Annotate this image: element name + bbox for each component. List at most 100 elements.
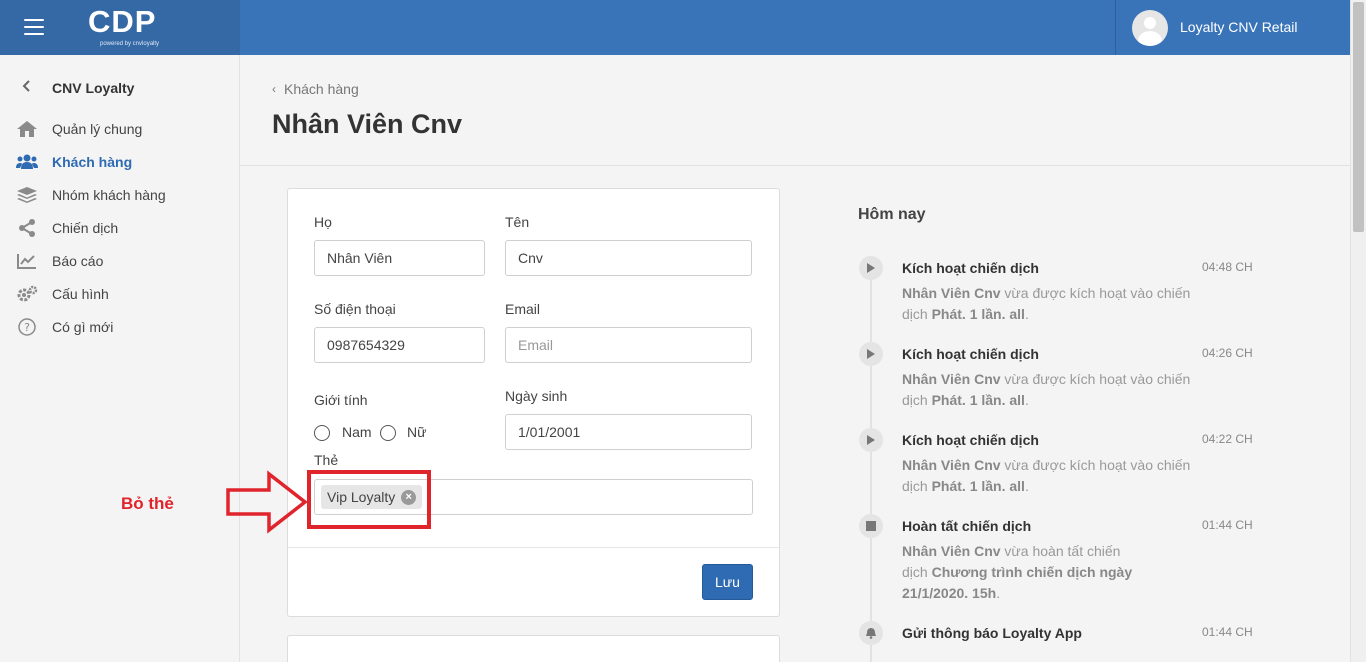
event-text: . xyxy=(1024,392,1029,408)
campaign-name[interactable]: Phát. 1 lần. all xyxy=(932,306,1025,322)
timeline-event-title: Hoàn tất chiến dịch xyxy=(902,518,1032,534)
timeline-event-time: 01:44 CH xyxy=(1202,625,1253,639)
last-name-input[interactable]: Nhân Viên xyxy=(314,240,485,276)
event-text: dịch xyxy=(902,564,932,580)
divider xyxy=(288,547,779,548)
svg-text:?: ? xyxy=(24,321,30,334)
campaign-name[interactable]: Phát. 1 lần. all xyxy=(932,392,1025,408)
breadcrumb[interactable]: ‹ Khách hàng xyxy=(272,81,359,97)
customer-name[interactable]: Nhân Viên Cnv xyxy=(902,457,1001,473)
timeline-event-title: Kích hoạt chiến dịch xyxy=(902,432,1039,448)
timeline-event-title: Kích hoạt chiến dịch xyxy=(902,260,1039,276)
timeline-event-desc: Nhân Viên Cnv vừa được kích hoạt vào chi… xyxy=(902,369,1202,411)
event-text: . xyxy=(996,585,1001,601)
sidebar-item-label: Báo cáo xyxy=(52,253,104,269)
sidebar-item-whats-new[interactable]: ? Có gì mới xyxy=(16,316,226,338)
brand-area: CDP powered by cnvloyalty xyxy=(0,0,240,55)
stop-icon xyxy=(859,514,883,538)
phone-input[interactable]: 0987654329 xyxy=(314,327,485,363)
menu-icon[interactable] xyxy=(24,19,44,35)
scrollbar[interactable] xyxy=(1350,0,1366,662)
users-icon xyxy=(16,153,38,171)
sidebar: CNV Loyalty Quản lý chung Khách hàng Nhó… xyxy=(0,55,240,662)
bell-icon xyxy=(859,621,883,645)
sidebar-item-reports[interactable]: Báo cáo xyxy=(16,250,226,272)
timeline-event-desc: Nhân Viên Cnv vừa được kích hoạt vào chi… xyxy=(902,455,1202,497)
email-input[interactable]: Email xyxy=(505,327,752,363)
page-title: Nhân Viên Cnv xyxy=(272,109,463,139)
sidebar-item-label: Nhóm khách hàng xyxy=(52,187,166,203)
sidebar-item-label: Chiến dịch xyxy=(52,220,119,236)
phone-label: Số điện thoại xyxy=(314,301,396,317)
timeline-line xyxy=(870,262,872,662)
user-name[interactable]: Loyalty CNV Retail xyxy=(1180,19,1298,35)
campaign-name[interactable]: Phát. 1 lần. all xyxy=(932,478,1025,494)
timeline-event-title: Kích hoạt chiến dịch xyxy=(902,346,1039,362)
timeline-event-time: 01:44 CH xyxy=(1202,518,1253,532)
help-icon: ? xyxy=(16,318,38,336)
event-text: vừa được kích hoạt vào chiến xyxy=(1000,285,1191,301)
chevron-left-icon: ‹ xyxy=(272,82,276,96)
gears-icon xyxy=(16,285,38,303)
campaign-name[interactable]: Chương trình chiến dịch ngày 21/1/2020. … xyxy=(902,564,1132,601)
timeline-event-time: 04:22 CH xyxy=(1202,432,1253,446)
first-name-label: Tên xyxy=(505,214,530,230)
back-chevron-icon[interactable] xyxy=(20,79,34,93)
event-text: vừa hoàn tất chiến xyxy=(1000,543,1121,559)
customer-name[interactable]: Nhân Viên Cnv xyxy=(902,285,1001,301)
annotation-highlight-box xyxy=(307,470,431,529)
timeline-title: Hôm nay xyxy=(858,206,926,223)
sidebar-item-campaigns[interactable]: Chiến dịch xyxy=(16,217,226,239)
first-name-input[interactable]: Cnv xyxy=(505,240,752,276)
gender-label: Giới tính xyxy=(314,392,368,408)
layers-icon xyxy=(16,186,38,204)
event-text: dịch xyxy=(902,392,932,408)
timeline-event-time: 04:48 CH xyxy=(1202,260,1253,274)
email-label: Email xyxy=(505,301,541,317)
chart-icon xyxy=(16,252,38,270)
gender-female-label[interactable]: Nữ xyxy=(407,424,426,440)
annotation-label: Bỏ thẻ xyxy=(121,494,174,513)
secondary-card xyxy=(287,635,780,662)
last-name-label: Họ xyxy=(314,214,332,230)
sidebar-item-label: Quản lý chung xyxy=(52,121,143,137)
customer-name[interactable]: Nhân Viên Cnv xyxy=(902,543,1001,559)
sidebar-title: CNV Loyalty xyxy=(52,80,135,96)
home-icon xyxy=(16,120,38,138)
logo-subtitle: powered by cnvloyalty xyxy=(100,41,160,47)
birthday-input[interactable]: 1/01/2001 xyxy=(505,414,752,450)
gender-male-radio[interactable] xyxy=(314,425,330,441)
event-text: vừa được kích hoạt vào chiến xyxy=(1000,371,1191,387)
customer-name[interactable]: Nhân Viên Cnv xyxy=(902,371,1001,387)
sidebar-item-label: Khách hàng xyxy=(52,154,133,170)
sidebar-item-settings[interactable]: Cấu hình xyxy=(16,283,226,305)
sidebar-item-label: Cấu hình xyxy=(52,286,109,302)
sidebar-item-overview[interactable]: Quản lý chung xyxy=(16,118,226,140)
avatar[interactable] xyxy=(1132,10,1168,46)
timeline-event-time: 04:26 CH xyxy=(1202,346,1253,360)
timeline-event-desc: Nhân Viên Cnv vừa hoàn tất chiến dịch Chư… xyxy=(902,541,1152,604)
logo[interactable]: CDP xyxy=(88,4,156,40)
divider xyxy=(1115,0,1116,55)
birthday-label: Ngày sinh xyxy=(505,388,568,404)
timeline-event-desc: Nhân Viên Cnv vừa được kích hoạt vào chi… xyxy=(902,283,1202,325)
gender-female-radio[interactable] xyxy=(380,425,396,441)
annotation-arrow-icon xyxy=(226,470,308,534)
share-icon xyxy=(16,219,38,237)
save-button[interactable]: Lưu xyxy=(702,564,753,600)
timeline-event-title: Gửi thông báo Loyalty App xyxy=(902,625,1082,641)
event-text: dịch xyxy=(902,306,932,322)
sidebar-item-label: Có gì mới xyxy=(52,319,114,335)
sidebar-item-customers[interactable]: Khách hàng xyxy=(16,151,226,173)
gender-male-label[interactable]: Nam xyxy=(342,424,372,440)
sidebar-item-customer-groups[interactable]: Nhóm khách hàng xyxy=(16,184,226,206)
play-icon xyxy=(859,256,883,280)
event-text: dịch xyxy=(902,478,932,494)
event-text: vừa được kích hoạt vào chiến xyxy=(1000,457,1191,473)
play-icon xyxy=(859,428,883,452)
page-header: ‹ Khách hàng Nhân Viên Cnv xyxy=(240,55,1350,166)
play-icon xyxy=(859,342,883,366)
breadcrumb-link[interactable]: Khách hàng xyxy=(284,81,359,97)
event-text: . xyxy=(1024,306,1029,322)
scrollbar-thumb[interactable] xyxy=(1353,2,1364,232)
